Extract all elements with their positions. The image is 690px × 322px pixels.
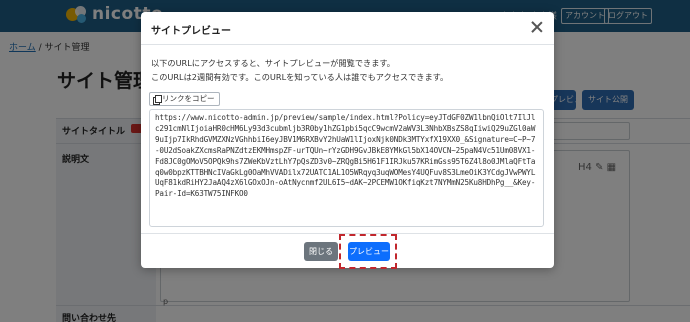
preview-url-textarea[interactable]: https://www.nicotto-admin.jp/preview/sam…	[149, 109, 544, 227]
preview-url-text: https://www.nicotto-admin.jp/preview/sam…	[155, 113, 536, 199]
copy-link-label: リンクをコピー	[162, 94, 215, 103]
modal-description-line1: 以下のURLにアクセスすると、サイトプレビューが閲覧できます。	[151, 58, 395, 68]
highlight-annotation	[339, 234, 397, 269]
site-preview-modal: サイトプレビュー 以下のURLにアクセスすると、サイトプレビューが閲覧できます。…	[141, 12, 554, 269]
close-icon[interactable]	[530, 20, 544, 34]
copy-icon	[153, 95, 162, 105]
copy-link-button[interactable]: リンクをコピー	[149, 92, 220, 106]
modal-description-line2: このURLは2週間有効です。このURLを知っている人は誰でもアクセスできます。	[151, 72, 449, 82]
close-button[interactable]: 閉じる	[304, 242, 338, 261]
modal-header: サイトプレビュー	[141, 12, 554, 45]
modal-title: サイトプレビュー	[151, 26, 231, 37]
modal-footer: 閉じる プレビュー	[141, 233, 554, 269]
